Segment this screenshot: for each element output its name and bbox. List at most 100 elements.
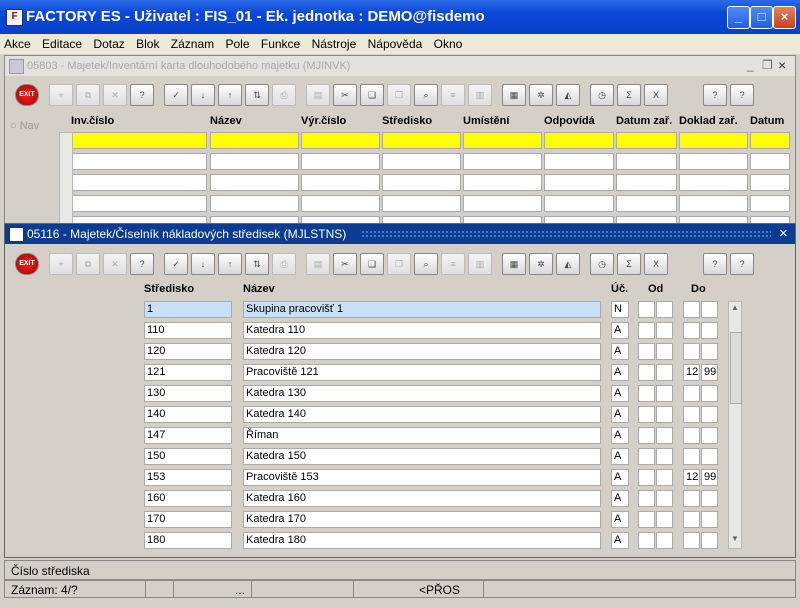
close-button[interactable]: × — [773, 6, 796, 29]
do-field-2[interactable] — [701, 490, 718, 507]
bg-grid-cell[interactable] — [210, 195, 299, 212]
calculator-button[interactable]: ▦ — [502, 253, 526, 275]
bg-window-title-bar[interactable]: 05803 - Majetek/Inventární karta dlouhod… — [5, 56, 795, 76]
bg-grid-cell[interactable] — [463, 153, 542, 170]
find-button[interactable]: ⌕ — [414, 253, 438, 275]
do-field-2[interactable] — [701, 448, 718, 465]
uct-field[interactable]: A — [611, 343, 629, 360]
sum-button[interactable]: Σ — [617, 253, 641, 275]
nazev-field[interactable]: Katedra 150 — [243, 448, 601, 465]
do-field-1[interactable] — [683, 427, 700, 444]
stredisko-field[interactable]: 170 — [144, 511, 232, 528]
bg-grid-cell[interactable] — [616, 132, 677, 149]
od-field-2[interactable] — [656, 427, 673, 444]
uct-field[interactable]: A — [611, 532, 629, 549]
bg-grid-cell[interactable] — [679, 132, 748, 149]
menu-okno[interactable]: Okno — [430, 34, 467, 51]
paste-button[interactable]: ❐ — [387, 84, 411, 106]
print-button[interactable]: ⎙ — [272, 84, 296, 106]
restore-icon[interactable]: ❐ — [762, 58, 773, 72]
print-preview-button[interactable]: ▤ — [306, 84, 330, 106]
do-field-2[interactable] — [701, 406, 718, 423]
nazev-field[interactable]: Říman — [243, 427, 601, 444]
bg-grid-cell[interactable] — [210, 153, 299, 170]
do-field-1[interactable] — [683, 385, 700, 402]
bg-grid-cell[interactable] — [750, 174, 790, 191]
help-button[interactable]: ? — [703, 253, 727, 275]
uct-field[interactable]: A — [611, 427, 629, 444]
menu-nastroje[interactable]: Nástroje — [308, 34, 361, 51]
stredisko-field[interactable]: 1 — [144, 301, 232, 318]
bg-grid-cell[interactable] — [544, 132, 614, 149]
uct-field[interactable]: A — [611, 385, 629, 402]
excel-button[interactable]: X — [644, 253, 668, 275]
menu-akce[interactable]: Akce — [0, 34, 35, 51]
menu-funkce[interactable]: Funkce — [257, 34, 304, 51]
columns-button[interactable]: ▥ — [468, 84, 492, 106]
menu-pole[interactable]: Pole — [222, 34, 254, 51]
do-field-1[interactable] — [683, 322, 700, 339]
sort-desc-button[interactable]: ↑ — [218, 253, 242, 275]
do-field-2[interactable]: 99 — [701, 364, 718, 381]
do-field-2[interactable]: 99 — [701, 469, 718, 486]
bg-grid-cell[interactable] — [679, 153, 748, 170]
insert-record-button[interactable]: + — [49, 84, 73, 106]
do-field-2[interactable] — [701, 322, 718, 339]
bg-grid-cell[interactable] — [382, 132, 461, 149]
bg-grid-cell[interactable] — [301, 132, 380, 149]
bg-scrollbar[interactable] — [59, 132, 73, 224]
stredisko-field[interactable]: 110 — [144, 322, 232, 339]
menu-zaznam[interactable]: Záznam — [167, 34, 218, 51]
print-button[interactable]: ⎙ — [272, 253, 296, 275]
od-field-1[interactable] — [638, 427, 655, 444]
od-field-1[interactable] — [638, 343, 655, 360]
uct-field[interactable]: A — [611, 406, 629, 423]
bg-grid-cell[interactable] — [679, 195, 748, 212]
bg-grid-cell[interactable] — [616, 174, 677, 191]
do-field-2[interactable] — [701, 343, 718, 360]
od-field-2[interactable] — [656, 448, 673, 465]
context-help-button[interactable]: ? — [730, 253, 754, 275]
do-field-2[interactable] — [701, 301, 718, 318]
bg-grid-cell[interactable] — [382, 153, 461, 170]
query-enter-button[interactable]: ? — [130, 253, 154, 275]
do-field-1[interactable] — [683, 301, 700, 318]
settings-button[interactable]: ✲ — [529, 253, 553, 275]
uct-field[interactable]: A — [611, 511, 629, 528]
od-field-1[interactable] — [638, 532, 655, 549]
nazev-field[interactable]: Katedra 120 — [243, 343, 601, 360]
bg-grid-cell[interactable] — [463, 174, 542, 191]
cut-button[interactable]: ✂ — [333, 253, 357, 275]
nazev-field[interactable]: Skupina pracovišť 1 — [243, 301, 601, 318]
od-field-1[interactable] — [638, 385, 655, 402]
list-button[interactable]: ≡ — [441, 253, 465, 275]
uct-field[interactable]: A — [611, 469, 629, 486]
od-field-2[interactable] — [656, 364, 673, 381]
bg-grid-cell[interactable] — [71, 132, 207, 149]
sum-button[interactable]: Σ — [617, 84, 641, 106]
duplicate-record-button[interactable]: ⧉ — [76, 84, 100, 106]
scroll-down-icon[interactable]: ▼ — [730, 534, 740, 546]
od-field-2[interactable] — [656, 322, 673, 339]
bg-grid-cell[interactable] — [544, 174, 614, 191]
menu-editace[interactable]: Editace — [38, 34, 86, 51]
do-field-2[interactable] — [701, 427, 718, 444]
bg-grid-cell[interactable] — [71, 195, 207, 212]
bg-grid-cell[interactable] — [382, 195, 461, 212]
fg-window-title-bar[interactable]: 05116 - Majetek/Číselník nákladových stř… — [5, 224, 795, 244]
od-field-2[interactable] — [656, 511, 673, 528]
bg-grid-cell[interactable] — [616, 153, 677, 170]
clock-button[interactable]: ◷ — [590, 253, 614, 275]
close-icon[interactable]: × — [778, 57, 786, 73]
od-field-1[interactable] — [638, 406, 655, 423]
bg-grid-cell[interactable] — [544, 153, 614, 170]
list-button[interactable]: ≡ — [441, 84, 465, 106]
stredisko-field[interactable]: 121 — [144, 364, 232, 381]
do-field-1[interactable] — [683, 490, 700, 507]
paste-button[interactable]: ❐ — [387, 253, 411, 275]
maximize-button[interactable]: □ — [750, 6, 773, 29]
bg-grid-cell[interactable] — [71, 153, 207, 170]
bg-grid-cell[interactable] — [210, 132, 299, 149]
cut-button[interactable]: ✂ — [333, 84, 357, 106]
bg-grid-cell[interactable] — [679, 174, 748, 191]
